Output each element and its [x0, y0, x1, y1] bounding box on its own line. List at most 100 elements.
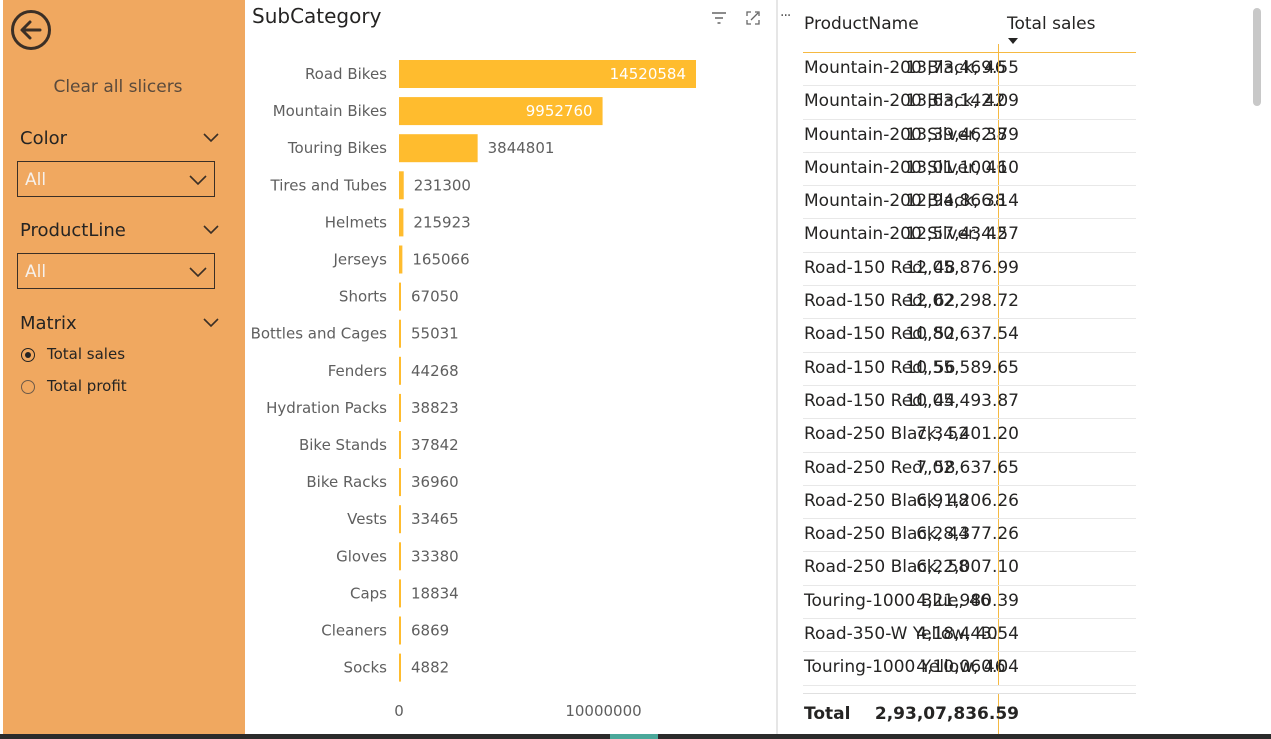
radio-checked-icon [21, 348, 35, 362]
bar[interactable] [399, 356, 401, 385]
table-row[interactable]: Road-150 Red, 62 12,02,298.72 [803, 286, 1136, 320]
subcategory-bar-chart[interactable]: Road Bikes 14520584 Mountain Bikes 9952760 T… [246, 0, 776, 734]
total-label: Total [804, 704, 851, 724]
chart-canvas: Road Bikes 14520584 Mountain Bikes 9952760 T… [251, 60, 696, 720]
table-row[interactable]: Mountain-200 Silver, 38 13,39,462.79 [803, 119, 1136, 153]
table-row[interactable]: Road-250 Black, 52 7,34,401.20 [803, 419, 1136, 453]
x-tick-label: 0 [394, 702, 404, 720]
matrix-option-total-sales[interactable]: Total sales [21, 344, 221, 366]
chart-title: SubCategory [252, 4, 382, 28]
data-label: 215923 [413, 213, 470, 231]
focus-mode-icon[interactable] [745, 10, 761, 26]
table-row[interactable]: Mountain-200 Black, 38 12,94,866.14 [803, 186, 1136, 220]
scrollbar-track[interactable] [1251, 0, 1271, 734]
bar[interactable] [399, 653, 401, 682]
ellipsis-icon[interactable]: ··· [780, 8, 791, 24]
color-slicer-header[interactable]: Color [20, 128, 220, 152]
total-sales-cell: 13,63,142.09 [905, 91, 1019, 112]
total-sales-cell: 12,05,876.99 [905, 257, 1019, 278]
category-label: Mountain Bikes [273, 102, 387, 120]
table-row[interactable]: Road-250 Red, 58 7,02,637.65 [803, 452, 1136, 486]
total-sales-cell: 12,02,298.72 [905, 291, 1019, 312]
column-header-total-sales[interactable]: Total sales [1007, 14, 1095, 34]
bar[interactable] [399, 134, 478, 163]
chevron-down-icon [189, 175, 207, 186]
chevron-down-icon [203, 133, 219, 143]
table-row[interactable]: Road-250 Black, 48 6,91,206.26 [803, 485, 1136, 520]
data-label: 67050 [411, 288, 459, 306]
chevron-down-icon [189, 267, 207, 278]
category-label: Bike Racks [306, 473, 387, 491]
data-label: 231300 [414, 176, 471, 194]
table-header: ProductName Total sales [803, 0, 1136, 53]
category-label: Socks [344, 659, 388, 677]
category-label: Bottles and Cages [251, 325, 388, 343]
bar[interactable] [399, 282, 401, 311]
table-row[interactable]: Road-250 Black, 58 6,22,007.10 [803, 552, 1136, 586]
category-label: Caps [350, 584, 387, 602]
category-label: Tires and Tubes [270, 176, 388, 194]
bar[interactable] [399, 393, 401, 422]
column-divider [998, 44, 999, 53]
back-button[interactable] [9, 8, 53, 52]
bar[interactable] [399, 208, 404, 237]
category-label: Shorts [339, 288, 387, 306]
table-row[interactable]: Road-250 Black, 44 6,28,377.26 [803, 519, 1136, 553]
matrix-slicer-header[interactable]: Matrix [20, 313, 220, 337]
data-label: 37842 [411, 436, 459, 454]
table-row[interactable]: Road-150 Red, 56 10,55,589.65 [803, 352, 1136, 386]
matrix-option-total-profit[interactable]: Total profit [21, 376, 221, 398]
bar[interactable] [399, 505, 401, 534]
productline-dropdown[interactable]: All [17, 253, 215, 289]
data-label: 4882 [411, 659, 449, 677]
color-dropdown[interactable]: All [17, 161, 215, 197]
scrollbar-thumb[interactable] [1253, 8, 1261, 106]
table-row[interactable]: Road-150 Red, 52 10,80,637.54 [803, 319, 1136, 353]
table-body: Mountain-200 Black, 46 13,73,469.55 Mounta… [803, 53, 1136, 693]
bar[interactable] [399, 542, 401, 571]
data-label: 3844801 [488, 139, 555, 157]
table-row[interactable]: Mountain-200 Black, 42 13,63,142.09 [803, 86, 1136, 120]
bar[interactable] [399, 245, 403, 274]
clear-all-slicers-button[interactable]: Clear all slicers [3, 77, 233, 97]
product-sales-table[interactable]: ProductName Total sales Mountain-200 Bla… [803, 0, 1253, 735]
table-row[interactable]: Touring-1000 Yellow, 46 4,10,060.04 [803, 652, 1136, 686]
column-header-productname[interactable]: ProductName [804, 14, 919, 34]
table-row[interactable]: Mountain-200 Silver, 46 13,01,100.10 [803, 152, 1136, 187]
sort-descending-icon[interactable] [1007, 37, 1019, 45]
total-sales-cell: 10,55,589.65 [905, 357, 1019, 378]
total-sales-cell: 6,91,206.26 [916, 490, 1019, 511]
table-row[interactable]: Touring-1000 Blue, 46 4,21,980.39 [803, 585, 1136, 620]
bar[interactable] [399, 579, 401, 608]
total-value: 2,93,07,836.59 [874, 704, 1019, 724]
category-label: Hydration Packs [266, 399, 387, 417]
data-label: 33465 [411, 510, 459, 528]
category-label: Jerseys [332, 251, 387, 269]
bar[interactable] [399, 616, 401, 645]
data-label: 38823 [411, 399, 459, 417]
table-row[interactable]: Road-350-W Yellow, 40 4,18,443.54 [803, 619, 1136, 653]
total-sales-cell: 4,18,443.54 [916, 624, 1019, 645]
bar[interactable] [399, 171, 404, 200]
category-label: Gloves [336, 547, 387, 565]
total-sales-cell: 12,57,434.57 [905, 224, 1019, 245]
color-dropdown-value: All [25, 170, 47, 190]
total-sales-cell: 13,01,100.10 [905, 157, 1019, 178]
category-label: Helmets [325, 213, 387, 231]
filter-icon[interactable] [711, 10, 727, 26]
table-row[interactable]: Mountain-200 Black, 46 13,73,469.55 [803, 53, 1136, 87]
bar[interactable] [399, 431, 401, 459]
productline-slicer-header[interactable]: ProductLine [20, 220, 220, 244]
data-label: 55031 [411, 325, 459, 343]
data-label: 18834 [411, 584, 459, 602]
bar[interactable] [399, 468, 401, 497]
total-sales-cell: 6,28,377.26 [916, 524, 1019, 545]
table-row[interactable]: Road-150 Red, 44 10,05,493.87 [803, 385, 1136, 420]
arrow-left-circle-icon [11, 10, 51, 50]
table-row[interactable]: Road-150 Red, 48 12,05,876.99 [803, 252, 1136, 287]
matrix-option-label: Total sales [47, 345, 126, 363]
table-row[interactable]: Mountain-200 Silver, 42 12,57,434.57 [803, 219, 1136, 253]
total-sales-cell: 7,02,637.65 [916, 457, 1019, 478]
bar[interactable] [399, 319, 401, 348]
radio-unchecked-icon [21, 380, 35, 394]
